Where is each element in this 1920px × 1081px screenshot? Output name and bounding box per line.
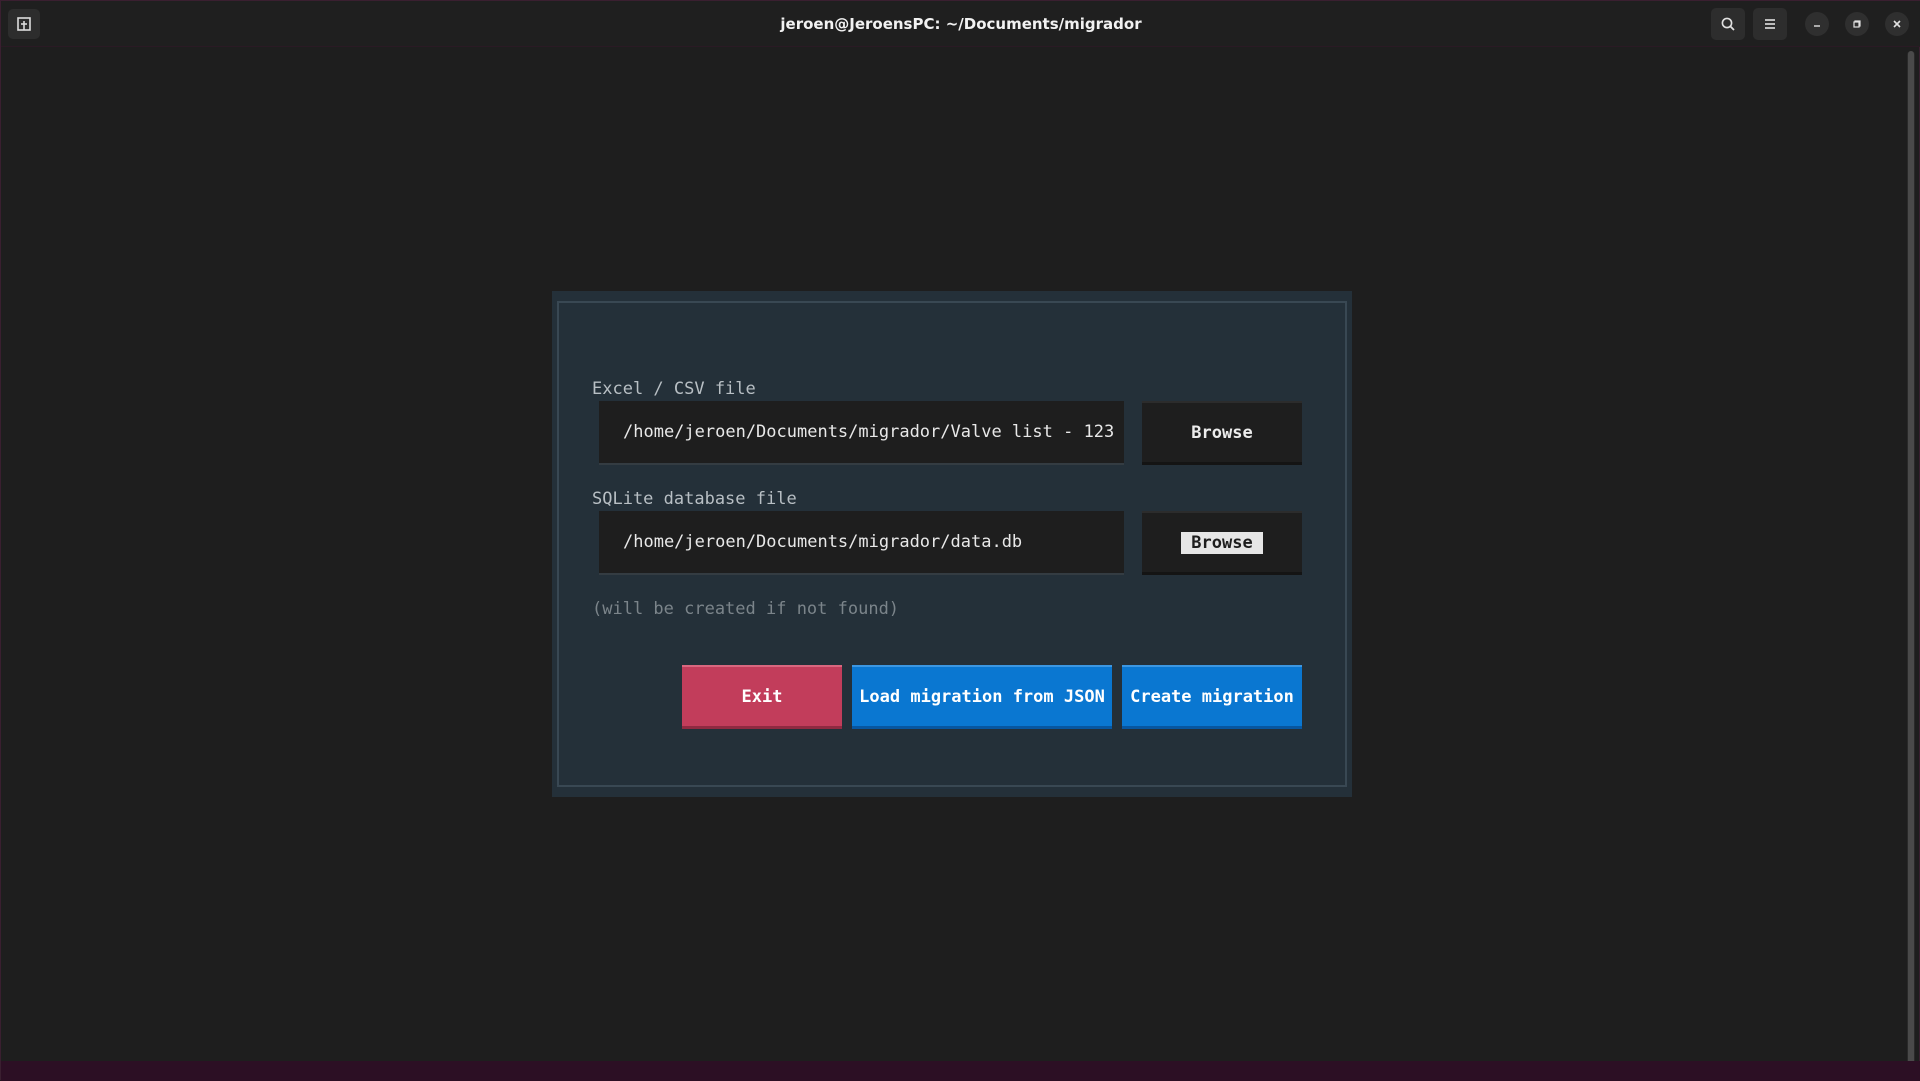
excel-browse-button[interactable]: Browse [1142,401,1302,465]
create-migration-button[interactable]: Create migration [1122,665,1302,729]
sqlite-file-label: SQLite database file [592,489,797,509]
restore-icon [1853,20,1861,28]
exit-button[interactable]: Exit [682,665,842,729]
maximize-button[interactable] [1845,12,1869,36]
menu-button[interactable] [1753,8,1787,40]
title-bar: jeroen@JeroensPC: ~/Documents/migrador [1,1,1920,47]
sqlite-hint: (will be created if not found) [592,599,900,619]
search-icon [1721,17,1735,31]
hamburger-menu-icon [1765,19,1775,29]
terminal-window: jeroen@JeroensPC: ~/Documents/migrador E… [0,0,1920,1081]
sqlite-browse-button[interactable]: Browse [1142,511,1302,575]
create-migration-label: Create migration [1130,686,1294,707]
sqlite-browse-label: Browse [1181,531,1263,554]
minimize-icon [1814,25,1820,27]
scrollbar-thumb[interactable] [1908,51,1914,1076]
bottom-border [1,1061,1920,1081]
search-button[interactable] [1711,8,1745,40]
excel-browse-label: Browse [1191,422,1253,443]
excel-file-label: Excel / CSV file [592,379,756,399]
sqlite-file-input[interactable]: /home/jeroen/Documents/migrador/data.db [599,511,1124,575]
minimize-button[interactable] [1805,12,1829,36]
excel-file-input[interactable]: /home/jeroen/Documents/migrador/Valve li… [599,401,1124,465]
load-migration-json-label: Load migration from JSON [859,686,1105,707]
window-title: jeroen@JeroensPC: ~/Documents/migrador [780,15,1142,33]
close-button[interactable] [1885,12,1909,36]
exit-label: Exit [741,686,783,707]
close-icon [1893,20,1901,28]
migration-dialog: Excel / CSV file /home/jeroen/Documents/… [552,291,1352,797]
load-migration-json-button[interactable]: Load migration from JSON [852,665,1112,729]
scrollbar[interactable] [1907,51,1915,1076]
